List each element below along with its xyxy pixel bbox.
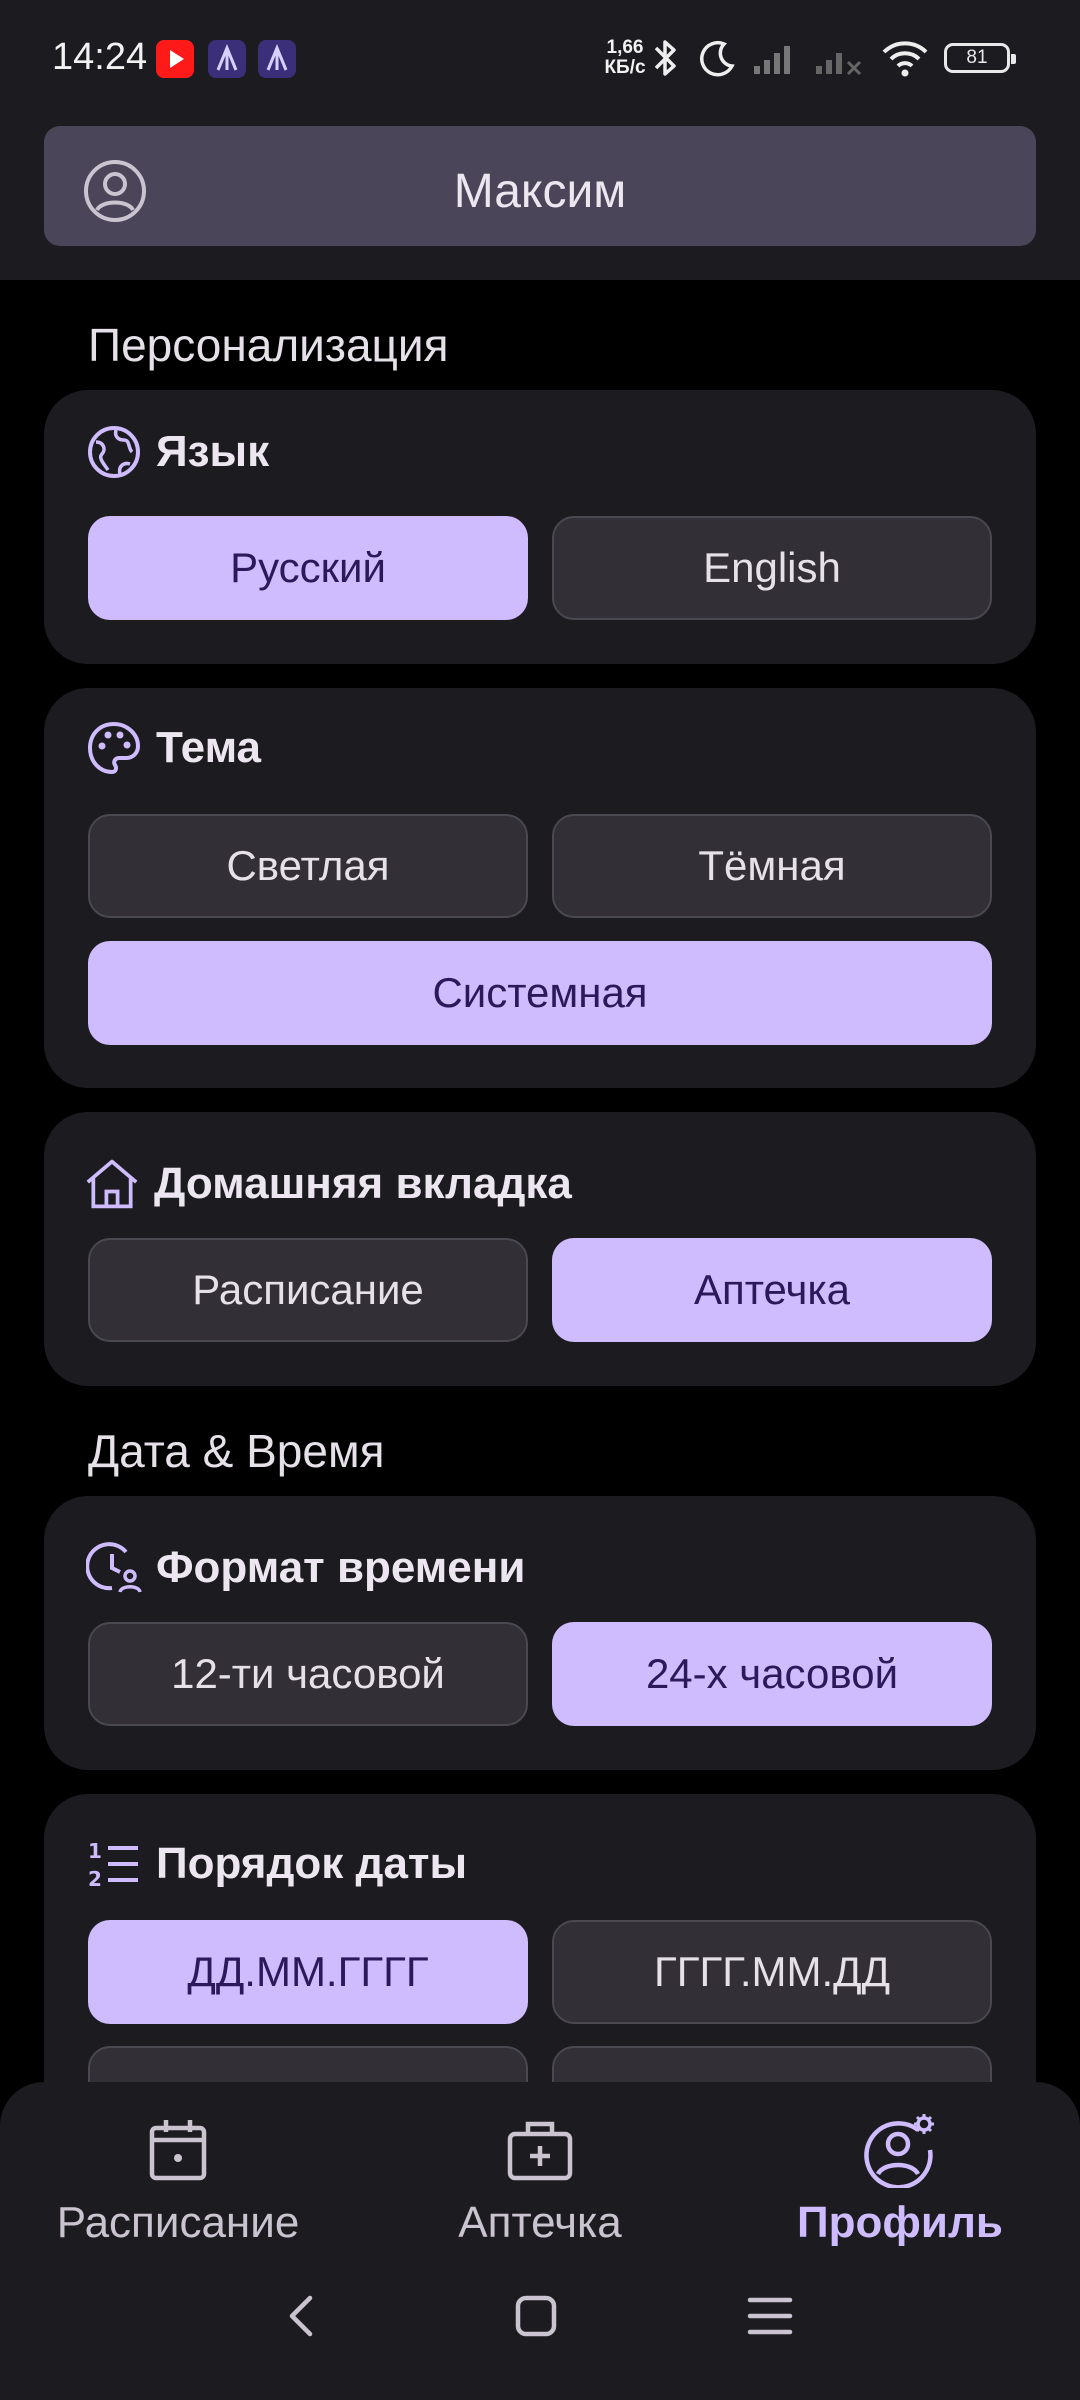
wifi-icon	[882, 41, 928, 77]
globe-icon	[86, 424, 142, 480]
time-format-card-header: Формат времени	[86, 1538, 525, 1598]
bluetooth-icon	[654, 40, 676, 76]
nav-item-schedule[interactable]: Расписание	[28, 2112, 328, 2248]
section-title-personalization: Персонализация	[88, 319, 449, 371]
moon-icon	[700, 40, 735, 77]
nav-item-medkit[interactable]: Аптечка	[390, 2112, 690, 2248]
signal-icon	[754, 46, 790, 74]
language-option-english[interactable]: English	[552, 516, 992, 620]
battery-level: 81	[966, 47, 988, 68]
home-tab-card-header: Домашняя вкладка	[84, 1154, 572, 1214]
net-speed-value: 1,66	[606, 37, 644, 58]
theme-card: Тема Светлая Тёмная Системная	[44, 688, 1036, 1088]
profile-header: Максим	[0, 120, 1080, 280]
clock-user-icon	[86, 1540, 142, 1596]
back-icon[interactable]	[280, 2292, 324, 2340]
svg-text:1: 1	[88, 1839, 102, 1863]
status-icons: 81	[648, 36, 1016, 80]
status-bar: 14:24 1,66 КБ/с 81	[0, 0, 1080, 120]
home-button-icon[interactable]	[512, 2292, 560, 2340]
language-card-header: Язык	[86, 422, 269, 482]
date-order-option-dmy[interactable]: ДД.ММ.ГГГГ	[88, 1920, 528, 2024]
date-order-card-header: 12 Порядок даты	[86, 1834, 467, 1894]
time-format-title: Формат времени	[156, 1543, 526, 1592]
theme-card-header: Тема	[86, 718, 261, 778]
net-speed-unit: КБ/с	[604, 57, 646, 78]
time-format-option-12h[interactable]: 12-ти часовой	[88, 1622, 528, 1726]
theme-option-dark[interactable]: Тёмная	[552, 814, 992, 918]
recents-menu-icon[interactable]	[746, 2292, 794, 2340]
home-tab-title: Домашняя вкладка	[154, 1159, 572, 1208]
signal-off-icon	[816, 53, 862, 76]
app-notification-icon	[208, 40, 246, 78]
home-tab-card: Домашняя вкладка Расписание Аптечка	[44, 1112, 1036, 1386]
user-bar[interactable]: Максим	[44, 126, 1036, 246]
user-name: Максим	[453, 165, 627, 218]
home-icon	[84, 1156, 140, 1212]
nav-label-schedule: Расписание	[56, 2198, 300, 2247]
theme-option-system[interactable]: Системная	[88, 941, 992, 1045]
nav-label-medkit: Аптечка	[458, 2198, 622, 2247]
battery-icon: 81	[944, 43, 1016, 73]
home-tab-option-schedule[interactable]: Расписание	[88, 1238, 528, 1342]
language-card: Язык Русский English	[44, 390, 1036, 664]
nav-label-profile: Профиль	[797, 2198, 1003, 2247]
section-title-date-time: Дата & Время	[88, 1425, 385, 1477]
bottom-navigation: Расписание Аптечка Профиль	[0, 2082, 1080, 2400]
status-time: 14:24	[52, 36, 148, 78]
theme-option-light[interactable]: Светлая	[88, 814, 528, 918]
youtube-icon	[156, 40, 194, 78]
date-order-option-ymd[interactable]: ГГГГ.ММ.ДД	[552, 1920, 992, 2024]
profile-settings-icon	[864, 2114, 934, 2188]
nav-item-profile[interactable]: Профиль	[750, 2112, 1050, 2248]
medkit-icon	[507, 2121, 573, 2181]
time-format-option-24h[interactable]: 24-х часовой	[552, 1622, 992, 1726]
home-tab-option-medkit[interactable]: Аптечка	[552, 1238, 992, 1342]
net-speed: 1,66 КБ/с	[600, 38, 650, 78]
palette-icon	[86, 720, 142, 776]
language-title: Язык	[156, 427, 270, 476]
date-order-title: Порядок даты	[156, 1839, 468, 1888]
calendar-icon	[149, 2120, 207, 2181]
theme-title: Тема	[156, 723, 262, 772]
svg-text:2: 2	[88, 1867, 102, 1891]
time-format-card: Формат времени 12-ти часовой 24-х часово…	[44, 1496, 1036, 1770]
ordered-list-icon: 12	[86, 1836, 142, 1892]
language-option-russian[interactable]: Русский	[88, 516, 528, 620]
app-notification-icon	[258, 40, 296, 78]
